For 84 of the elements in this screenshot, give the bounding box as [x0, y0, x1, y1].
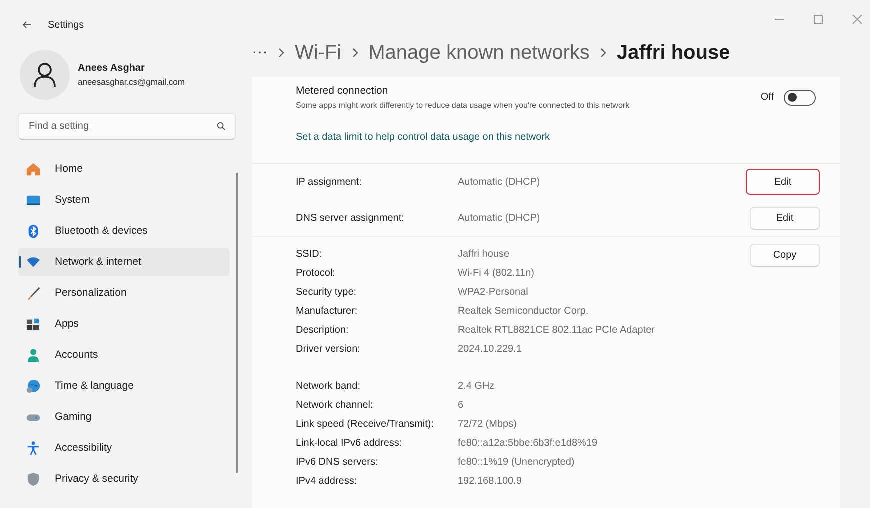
home-icon	[26, 162, 41, 176]
scrollbar[interactable]	[236, 173, 238, 473]
property-label: Link-local IPv6 address:	[296, 438, 404, 449]
nav-label: Home	[55, 163, 84, 175]
property-value: Realtek RTL8821CE 802.11ac PCIe Adapter	[458, 325, 656, 336]
brush-icon	[26, 286, 41, 300]
nav-label: Accessibility	[55, 442, 112, 454]
chevron-icon	[600, 48, 607, 58]
nav-item[interactable]: Accounts	[18, 341, 230, 369]
nav-label: Privacy & security	[55, 473, 138, 485]
property-label: Manufacturer:	[296, 306, 359, 317]
property-value: Wi-Fi 4 (802.11n)	[458, 268, 536, 279]
chevron-icon	[278, 48, 285, 58]
account-email: aneesasghar.cs@gmail.com	[78, 77, 185, 87]
person-icon	[26, 348, 41, 362]
setting-description: Some apps might work differently to reduce data usage when you're connected to this network	[296, 101, 630, 110]
account-name: Anees Asghar	[78, 63, 146, 74]
property-label: Network band:	[296, 381, 362, 392]
property-label: DNS server assignment:	[296, 212, 406, 224]
nav-label: System	[55, 194, 90, 206]
breadcrumb-item[interactable]: ···	[252, 44, 268, 62]
bluetooth-icon	[26, 224, 41, 238]
property-value: Automatic (DHCP)	[458, 212, 542, 224]
property-value: 72/72 (Mbps)	[458, 419, 518, 430]
search-icon[interactable]	[217, 122, 226, 131]
property-label: Network channel:	[296, 400, 374, 411]
property-value: WPA2-Personal	[458, 287, 530, 298]
property-value: 6	[458, 400, 465, 411]
property-label: Security type:	[296, 287, 358, 298]
nav-label: Network & internet	[55, 256, 142, 268]
nav-label: Bluetooth & devices	[55, 225, 148, 237]
breadcrumb-item: Jaffri house	[616, 42, 730, 64]
nav-item[interactable]: Time & language	[18, 372, 230, 400]
property-label: Link speed (Receive/Transmit):	[296, 419, 436, 430]
nav-label: Gaming	[55, 411, 92, 423]
nav-item[interactable]: Network & internet	[18, 248, 230, 276]
toggle-switch[interactable]	[784, 90, 816, 106]
accessibility-icon	[26, 440, 41, 456]
edit-button[interactable]: Edit	[746, 169, 820, 195]
back-icon[interactable]	[22, 20, 32, 30]
property-value: 192.168.100.9	[458, 476, 523, 487]
property-label: Driver version:	[296, 344, 362, 355]
shield-icon	[26, 472, 41, 486]
property-value: Realtek Semiconductor Corp.	[458, 306, 590, 317]
close-icon[interactable]	[853, 14, 862, 24]
property-value: Jaffri house	[458, 249, 511, 260]
nav-item[interactable]: System	[18, 186, 230, 214]
globe-icon	[26, 378, 41, 394]
edit-button[interactable]: Edit	[750, 206, 820, 230]
chevron-icon	[352, 48, 359, 58]
maximize-icon[interactable]	[814, 14, 823, 24]
nav-item[interactable]: Privacy & security	[18, 465, 230, 493]
property-value: fe80::a12a:5bbe:6b3f:e1d8%19	[458, 438, 599, 449]
nav-label: Personalization	[55, 287, 127, 299]
breadcrumb-item[interactable]: Manage known networks	[368, 42, 590, 64]
property-label: IPv4 address:	[296, 476, 358, 487]
nav-item[interactable]: Gaming	[18, 403, 230, 431]
property-label: Description:	[296, 325, 350, 336]
nav-item[interactable]: Accessibility	[18, 434, 230, 462]
nav-label: Time & language	[55, 380, 134, 392]
nav-item[interactable]: Personalization	[18, 279, 230, 307]
setting-title: Metered connection	[296, 85, 390, 97]
nav-item[interactable]: Home	[18, 155, 230, 183]
property-value: fe80::1%19 (Unencrypted)	[458, 457, 576, 468]
nav-item[interactable]: Apps	[18, 310, 230, 338]
property-label: SSID:	[296, 249, 324, 260]
copy-button[interactable]: Copy	[750, 244, 820, 267]
property-label: IP assignment:	[296, 176, 363, 188]
search-field[interactable]: Find a setting	[18, 113, 236, 140]
property-value: Automatic (DHCP)	[458, 176, 542, 188]
property-value: 2.4 GHz	[458, 381, 496, 392]
wifi-icon	[26, 254, 41, 270]
toggle-label: Off	[760, 92, 774, 103]
breadcrumb-item[interactable]: Wi-Fi	[294, 42, 342, 64]
nav-label: Apps	[55, 318, 79, 330]
property-label: IPv6 DNS servers:	[296, 457, 380, 468]
property-value: 2024.10.229.1	[458, 344, 523, 355]
apps-icon	[26, 316, 41, 332]
nav-item[interactable]: Bluetooth & devices	[18, 217, 230, 245]
data-limit-link[interactable]: Set a data limit to help control data usage on this network	[296, 132, 550, 143]
avatar[interactable]	[20, 50, 70, 100]
window-title: Settings	[48, 20, 84, 30]
nav-label: Accounts	[55, 349, 98, 361]
property-label: Protocol:	[296, 268, 336, 279]
